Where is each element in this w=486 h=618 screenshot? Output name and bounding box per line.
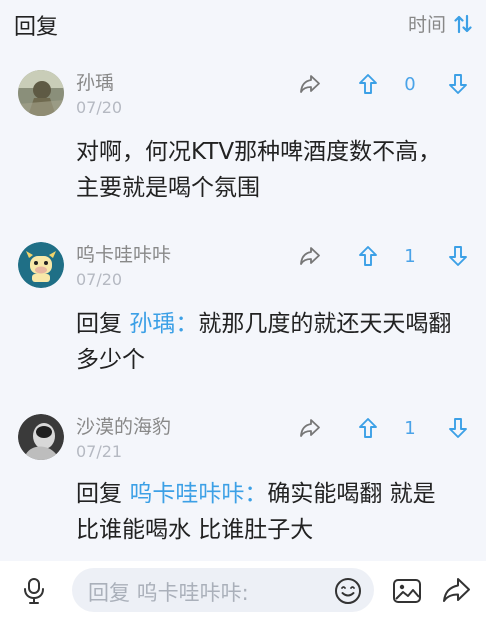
page-title: 回复 — [14, 15, 59, 40]
downvote-icon[interactable] — [444, 242, 472, 270]
downvote-icon[interactable] — [444, 70, 472, 98]
comment-item: 孙瑀 07/20 0 对啊，何况KTV那种啤酒度数不高，主要就是喝个氛围 — [0, 64, 486, 214]
comment-date: 07/20 — [76, 270, 123, 289]
comment-text: 回复 呜卡哇咔咔：确实能喝翻 就是比谁能喝水 比谁肚子大 — [76, 476, 456, 548]
upvote-icon[interactable] — [354, 414, 382, 442]
reply-placeholder: 回复 呜卡哇咔咔: — [88, 581, 249, 605]
comment-actions: 1 — [296, 242, 476, 270]
comment-actions: 0 — [296, 70, 476, 98]
mention-link[interactable]: 孙瑀： — [129, 311, 198, 337]
vote-count: 1 — [404, 245, 416, 267]
comment-text: 回复 孙瑀：就那几度的就还天天喝翻多少个 — [76, 306, 456, 378]
downvote-icon[interactable] — [444, 414, 472, 442]
comment-body: 对啊，何况KTV那种啤酒度数不高，主要就是喝个氛围 — [76, 139, 442, 201]
comment-username[interactable]: 呜卡哇咔咔 — [76, 240, 171, 267]
share-icon[interactable] — [296, 242, 324, 270]
comment-actions: 1 — [296, 414, 476, 442]
comment-username[interactable]: 沙漠的海豹 — [76, 412, 171, 439]
share-icon[interactable] — [296, 70, 324, 98]
upvote-icon[interactable] — [354, 242, 382, 270]
header: 回复 时间 — [0, 0, 486, 46]
avatar[interactable] — [18, 414, 64, 460]
microphone-icon[interactable] — [22, 577, 46, 609]
comment-item: 呜卡哇咔咔 07/20 1 回复 孙瑀：就那几度的就还天天喝翻多少个 — [0, 236, 486, 386]
sort-label: 时间 — [407, 14, 446, 36]
vote-count: 0 — [404, 73, 416, 95]
reply-bar: 回复 呜卡哇咔咔: — [0, 561, 486, 618]
avatar[interactable] — [18, 70, 64, 116]
mention-link[interactable]: 呜卡哇咔咔： — [129, 481, 267, 507]
reply-input[interactable]: 回复 呜卡哇咔咔: — [72, 568, 374, 612]
vote-count: 1 — [404, 417, 416, 439]
comment-item: 沙漠的海豹 07/21 1 回复 呜卡哇咔咔：确实能喝翻 就是比谁能喝水 比谁肚… — [0, 408, 486, 558]
comment-date: 07/21 — [76, 442, 123, 461]
sort-icon — [454, 14, 472, 34]
emoji-icon[interactable] — [334, 577, 362, 609]
reply-prefix: 回复 — [76, 311, 130, 337]
comment-username[interactable]: 孙瑀 — [76, 68, 114, 95]
image-icon[interactable] — [392, 577, 422, 609]
upvote-icon[interactable] — [354, 70, 382, 98]
reply-prefix: 回复 — [76, 481, 130, 507]
share-icon[interactable] — [296, 414, 324, 442]
comment-date: 07/20 — [76, 98, 123, 117]
avatar[interactable] — [18, 242, 64, 288]
share-icon[interactable] — [442, 577, 472, 607]
comment-text: 对啊，何况KTV那种啤酒度数不高，主要就是喝个氛围 — [76, 134, 456, 206]
sort-toggle[interactable]: 时间 — [408, 10, 472, 37]
